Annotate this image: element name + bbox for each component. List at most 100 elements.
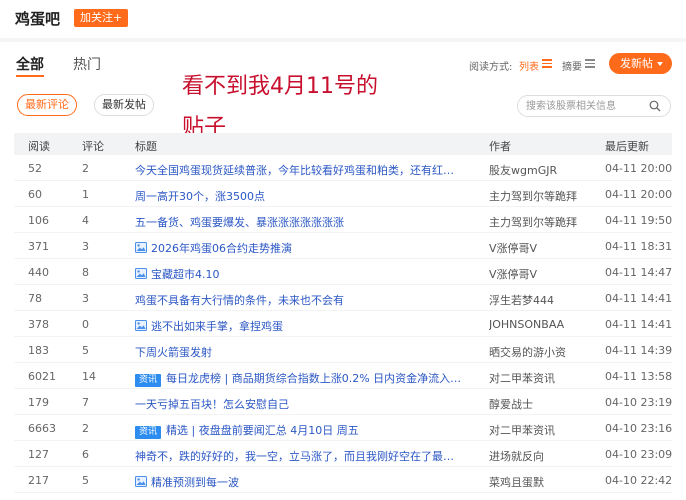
- table-row: 60 1 周一高开30个，涨3500点 主力驾到尔等跪拜 04-11 20:00: [14, 181, 672, 207]
- comment-count: 3: [82, 240, 89, 253]
- table-row: 378 0 逃不出如来手掌，拿捏鸡蛋 JOHNSONBAA 04-11 14:41: [14, 311, 672, 337]
- post-title-link[interactable]: 精准预测到每一波: [135, 474, 473, 490]
- post-list-panel: 全部 热门 阅读方式: 列表 摘要 发新帖 看不到我4月11号的 贴子 最新评论…: [0, 42, 686, 500]
- post-title-link[interactable]: 逃不出如来手掌，拿捏鸡蛋: [135, 318, 473, 334]
- author-link[interactable]: V涨停哥V: [489, 266, 597, 282]
- last-updated: 04-11 14:39: [605, 344, 673, 357]
- post-title-link[interactable]: 五一备货、鸡蛋要爆发、暴涨涨涨涨涨涨涨: [135, 214, 473, 230]
- comment-count: 0: [82, 318, 89, 331]
- last-updated: 04-10 23:19: [605, 396, 673, 409]
- comment-count: 5: [82, 344, 89, 357]
- comment-count: 5: [82, 474, 89, 487]
- comment-count: 1: [82, 188, 89, 201]
- post-title-text: 每日龙虎榜 | 商品期货综合指数上涨0.2% 日内资金净流入…: [166, 372, 462, 385]
- post-title-text: 逃不出如来手掌，拿捏鸡蛋: [151, 320, 283, 333]
- read-count: 106: [28, 214, 49, 227]
- new-post-button[interactable]: 发新帖: [609, 53, 672, 74]
- column-title-header: 标题: [135, 140, 157, 153]
- post-title-text: 周一高开30个，涨3500点: [135, 190, 265, 203]
- tab-hot[interactable]: 热门: [73, 54, 101, 74]
- column-reads-header: 阅读: [28, 140, 50, 153]
- image-icon: [135, 320, 147, 331]
- read-count: 440: [28, 266, 49, 279]
- view-list-option[interactable]: 列表: [519, 58, 539, 73]
- table-row: 179 7 一天亏掉五百块！怎么安慰自己 醇爱战士 04-10 23:19: [14, 389, 672, 415]
- post-title-text: 精准预测到每一波: [151, 476, 239, 489]
- post-title-link[interactable]: 2026年鸡蛋06合约走势推演: [135, 240, 473, 256]
- post-title-text: 五一备货、鸡蛋要爆发、暴涨涨涨涨涨涨涨: [135, 216, 344, 229]
- post-title-link[interactable]: 今天全国鸡蛋现货延续普涨，今年比较看好鸡蛋和粕类，还有红…: [135, 162, 473, 178]
- last-updated: 04-11 13:58: [605, 370, 673, 383]
- column-updated-header: 最后更新: [605, 140, 649, 153]
- author-link[interactable]: 菜鸡且蛋默: [489, 474, 597, 490]
- post-title-text: 神奇不，跌的好好的，我一空，立马涨了，而且我刚好空在了最…: [135, 450, 454, 463]
- last-updated: 04-11 14:41: [605, 318, 673, 331]
- author-link[interactable]: JOHNSONBAA: [489, 318, 597, 331]
- read-count: 217: [28, 474, 49, 487]
- post-title-text: 精选 | 夜盘盘前要闻汇总 4月10日 周五: [166, 424, 359, 437]
- list-icon[interactable]: [542, 59, 552, 68]
- author-link[interactable]: 进场就反向: [489, 448, 597, 464]
- post-title-link[interactable]: 周一高开30个，涨3500点: [135, 188, 473, 204]
- post-title-link[interactable]: 资讯 精选 | 夜盘盘前要闻汇总 4月10日 周五: [135, 422, 473, 439]
- author-link[interactable]: 晒交易的游小资: [489, 344, 597, 360]
- post-title-link[interactable]: 下周火箭蛋发射: [135, 344, 473, 360]
- image-icon: [135, 268, 147, 279]
- comment-count: 7: [82, 396, 89, 409]
- author-link[interactable]: 股友wgmGJR: [489, 162, 597, 178]
- last-updated: 04-11 14:41: [605, 292, 673, 305]
- search-input[interactable]: [526, 99, 644, 113]
- author-link[interactable]: 对二甲苯资讯: [489, 370, 597, 386]
- post-title-text: 今天全国鸡蛋现货延续普涨，今年比较看好鸡蛋和粕类，还有红…: [135, 164, 454, 177]
- post-title-link[interactable]: 宝藏超市4.10: [135, 266, 473, 282]
- author-link[interactable]: 醇爱战士: [489, 396, 597, 412]
- author-link[interactable]: 主力驾到尔等跪拜: [489, 188, 597, 204]
- author-link[interactable]: 主力驾到尔等跪拜: [489, 214, 597, 230]
- filter-latest-post-button[interactable]: 最新发帖: [94, 94, 154, 116]
- follow-button[interactable]: 加关注+: [74, 9, 129, 27]
- read-count: 371: [28, 240, 49, 253]
- news-tag-badge[interactable]: 资讯: [135, 426, 162, 439]
- search-icon[interactable]: [649, 100, 661, 112]
- post-title-text: 下周火箭蛋发射: [135, 346, 212, 359]
- last-updated: 04-11 20:00: [605, 162, 673, 175]
- post-title-link[interactable]: 资讯 每日龙虎榜 | 商品期货综合指数上涨0.2% 日内资金净流入…: [135, 370, 473, 387]
- search-box: [517, 95, 671, 117]
- read-count: 179: [28, 396, 49, 409]
- last-updated: 04-11 14:47: [605, 266, 673, 279]
- post-title-link[interactable]: 鸡蛋不具备有大行情的条件，未来也不会有: [135, 292, 473, 308]
- red-annotation-line-1: 看不到我4月11号的: [182, 74, 378, 99]
- read-count: 127: [28, 448, 49, 461]
- author-link[interactable]: 浮生若梦444: [489, 292, 597, 308]
- column-comments-header: 评论: [82, 140, 104, 153]
- summary-icon[interactable]: [585, 59, 595, 68]
- post-title-text: 鸡蛋不具备有大行情的条件，未来也不会有: [135, 294, 344, 307]
- image-icon: [135, 476, 147, 487]
- view-mode-label: 阅读方式:: [469, 62, 513, 73]
- post-list: 52 2 今天全国鸡蛋现货延续普涨，今年比较看好鸡蛋和粕类，还有红… 股友wgmGJR…: [14, 155, 672, 493]
- table-row: 106 4 五一备货、鸡蛋要爆发、暴涨涨涨涨涨涨涨 主力驾到尔等跪拜 04-11 19:…: [14, 207, 672, 233]
- last-updated: 04-10 22:42: [605, 474, 673, 487]
- last-updated: 04-11 19:50: [605, 214, 673, 227]
- filter-latest-reply-button[interactable]: 最新评论: [17, 94, 77, 116]
- read-count: 183: [28, 344, 49, 357]
- author-link[interactable]: 对二甲苯资讯: [489, 422, 597, 438]
- read-count: 52: [28, 162, 42, 175]
- view-summary-option[interactable]: 摘要: [562, 58, 582, 73]
- last-updated: 04-10 23:16: [605, 422, 673, 435]
- tab-all[interactable]: 全部: [16, 54, 44, 74]
- comment-count: 3: [82, 292, 89, 305]
- column-author-header: 作者: [489, 140, 511, 153]
- table-row: 6021 14 资讯 每日龙虎榜 | 商品期货综合指数上涨0.2% 日内资金净流入… 对…: [14, 363, 672, 389]
- comment-count: 6: [82, 448, 89, 461]
- bar-name[interactable]: 鸡蛋吧: [15, 8, 60, 29]
- last-updated: 04-11 18:31: [605, 240, 673, 253]
- post-title-link[interactable]: 神奇不，跌的好好的，我一空，立马涨了，而且我刚好空在了最…: [135, 448, 473, 464]
- table-row: 217 5 精准预测到每一波 菜鸡且蛋默 04-10 22:42: [14, 467, 672, 493]
- author-link[interactable]: V涨停哥V: [489, 240, 597, 256]
- post-title-link[interactable]: 一天亏掉五百块！怎么安慰自己: [135, 396, 473, 412]
- comment-count: 2: [82, 422, 89, 435]
- read-count: 6021: [28, 370, 56, 383]
- top-bar: 鸡蛋吧 加关注+: [0, 0, 686, 38]
- news-tag-badge[interactable]: 资讯: [135, 374, 162, 387]
